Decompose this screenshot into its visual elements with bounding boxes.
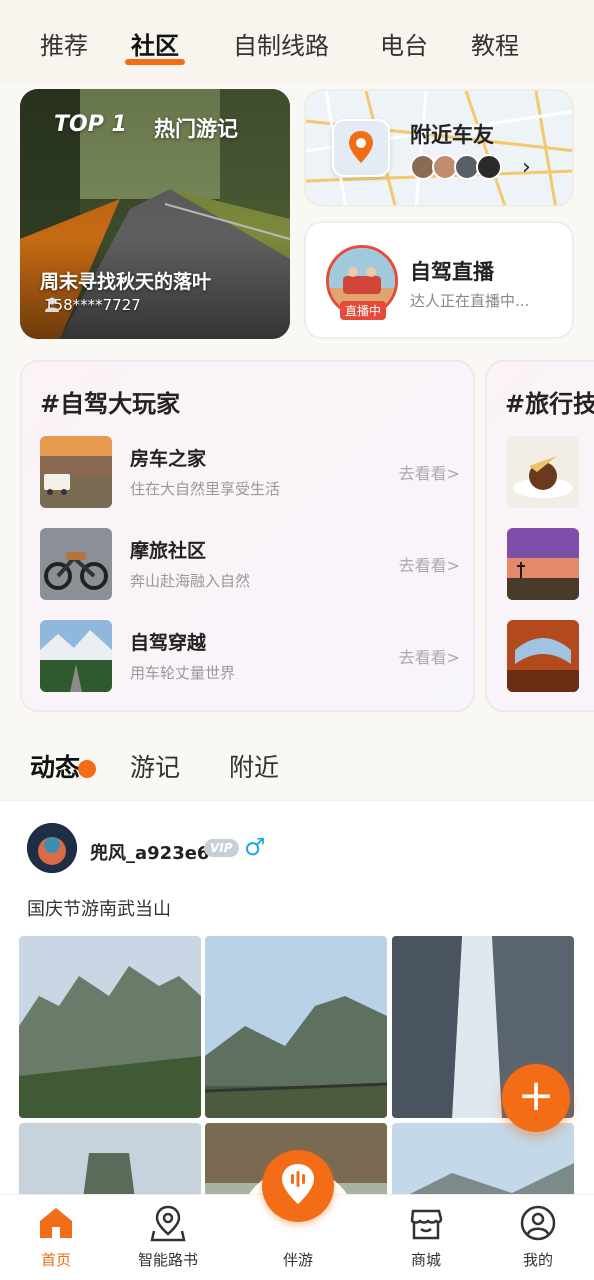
topic-item-rv[interactable]: 房车之家 住在大自然里享受生活 去看看> bbox=[40, 436, 460, 508]
topic-item-desc: 奔山赴海融入自然 bbox=[130, 572, 251, 590]
post-text: 国庆节游南武当山 bbox=[27, 899, 171, 920]
top-badge: TOP 1 bbox=[54, 112, 127, 137]
live-now-badge: 直播中 bbox=[340, 301, 387, 320]
male-icon: ♂ bbox=[244, 833, 266, 861]
feed-tab-travelogues[interactable]: 游记 bbox=[130, 748, 180, 784]
nav-label: 我的 bbox=[522, 1251, 553, 1269]
feed-tab-updates[interactable]: 动态 bbox=[30, 748, 80, 784]
nav-label: 首页 bbox=[40, 1251, 71, 1269]
topic-title: #自驾大玩家 bbox=[40, 390, 181, 418]
chevron-right-icon: › bbox=[522, 155, 531, 180]
user-icon bbox=[520, 1205, 556, 1241]
topic-item-desc: 用车轮丈量世界 bbox=[130, 664, 236, 682]
map-thumbnail bbox=[332, 119, 390, 177]
topic-item-crossing[interactable]: 自驾穿越 用车轮丈量世界 去看看> bbox=[40, 620, 460, 692]
nearby-friends-card[interactable]: 附近车友 › bbox=[304, 89, 574, 207]
self-drive-live-card[interactable]: 直播中 自驾直播 达人正在直播中... bbox=[304, 221, 574, 339]
live-subtitle: 达人正在直播中... bbox=[410, 292, 530, 310]
mountain-road-thumbnail bbox=[40, 620, 112, 692]
nav-label: 商城 bbox=[410, 1251, 441, 1269]
go-see-link[interactable]: 去看看> bbox=[399, 460, 460, 484]
location-pin-icon bbox=[349, 131, 373, 163]
topic-title: #旅行技 bbox=[505, 390, 594, 418]
top-tab-bar: 推荐 社区 自制线路 电台 教程 bbox=[0, 0, 594, 82]
topic-card-self-drive[interactable]: #自驾大玩家 房车之家 住在大自然里享受生活 去看看> 摩旅社区 奔山赴海融入自… bbox=[20, 360, 475, 712]
post-photo[interactable] bbox=[205, 936, 387, 1118]
avatar[interactable] bbox=[27, 823, 77, 873]
active-feed-indicator bbox=[78, 760, 96, 778]
map-pin-icon bbox=[150, 1205, 186, 1242]
topic-item-moto[interactable]: 摩旅社区 奔山赴海融入自然 去看看> bbox=[40, 528, 460, 600]
voice-pin-icon bbox=[282, 1164, 314, 1204]
food-thumbnail bbox=[507, 436, 579, 508]
topic-item-name: 房车之家 bbox=[130, 448, 207, 470]
go-see-link[interactable]: 去看看> bbox=[399, 644, 460, 668]
user-icon bbox=[45, 297, 59, 312]
nearby-friends-title: 附近车友 bbox=[410, 123, 494, 147]
nav-profile[interactable]: 我的 bbox=[493, 1203, 583, 1270]
live-title: 自驾直播 bbox=[410, 260, 494, 284]
tab-custom-routes[interactable]: 自制线路 bbox=[233, 26, 329, 61]
companion-center-button[interactable] bbox=[262, 1150, 334, 1222]
tab-radio[interactable]: 电台 bbox=[380, 26, 428, 61]
nav-shop[interactable]: 商城 bbox=[381, 1203, 471, 1270]
hot-travelogue-card[interactable]: TOP 1 热门游记 周末寻找秋天的落叶 158****7727 bbox=[20, 89, 290, 339]
shop-icon bbox=[410, 1209, 443, 1240]
desert-sunset-thumbnail bbox=[507, 528, 579, 600]
topic-item-name: 摩旅社区 bbox=[130, 540, 207, 562]
topic-card-travel[interactable]: #旅行技 bbox=[485, 360, 594, 712]
travelogue-title: 周末寻找秋天的落叶 bbox=[40, 271, 212, 293]
tab-community[interactable]: 社区 bbox=[131, 26, 179, 61]
vip-badge: VIP bbox=[204, 839, 239, 857]
travelogue-author: 158****7727 bbox=[44, 296, 141, 314]
tab-recommend[interactable]: 推荐 bbox=[40, 26, 88, 61]
nearby-avatars bbox=[410, 154, 502, 180]
hot-travelogue-label: 热门游记 bbox=[154, 117, 238, 141]
nav-home[interactable]: 首页 bbox=[11, 1203, 101, 1270]
tab-tutorials[interactable]: 教程 bbox=[471, 26, 519, 61]
avatar bbox=[476, 154, 502, 180]
add-post-button[interactable]: + bbox=[502, 1064, 570, 1132]
go-see-link[interactable]: 去看看> bbox=[399, 552, 460, 576]
rv-thumbnail bbox=[40, 436, 112, 508]
motorcycle-thumbnail bbox=[40, 528, 112, 600]
canyon-thumbnail bbox=[507, 620, 579, 692]
nav-label: 智能路书 bbox=[137, 1251, 198, 1269]
post-photo[interactable] bbox=[19, 936, 201, 1118]
topic-item-desc: 住在大自然里享受生活 bbox=[130, 480, 281, 498]
feed-tab-nearby[interactable]: 附近 bbox=[229, 748, 279, 784]
topic-item-name: 自驾穿越 bbox=[130, 632, 207, 654]
active-tab-indicator bbox=[125, 59, 185, 65]
nav-smart-roadbook[interactable]: 智能路书 bbox=[123, 1203, 213, 1270]
post-username[interactable]: 兜风_a923e6 bbox=[90, 839, 209, 865]
home-icon bbox=[40, 1208, 72, 1238]
nav-label: 伴游 bbox=[282, 1251, 313, 1269]
